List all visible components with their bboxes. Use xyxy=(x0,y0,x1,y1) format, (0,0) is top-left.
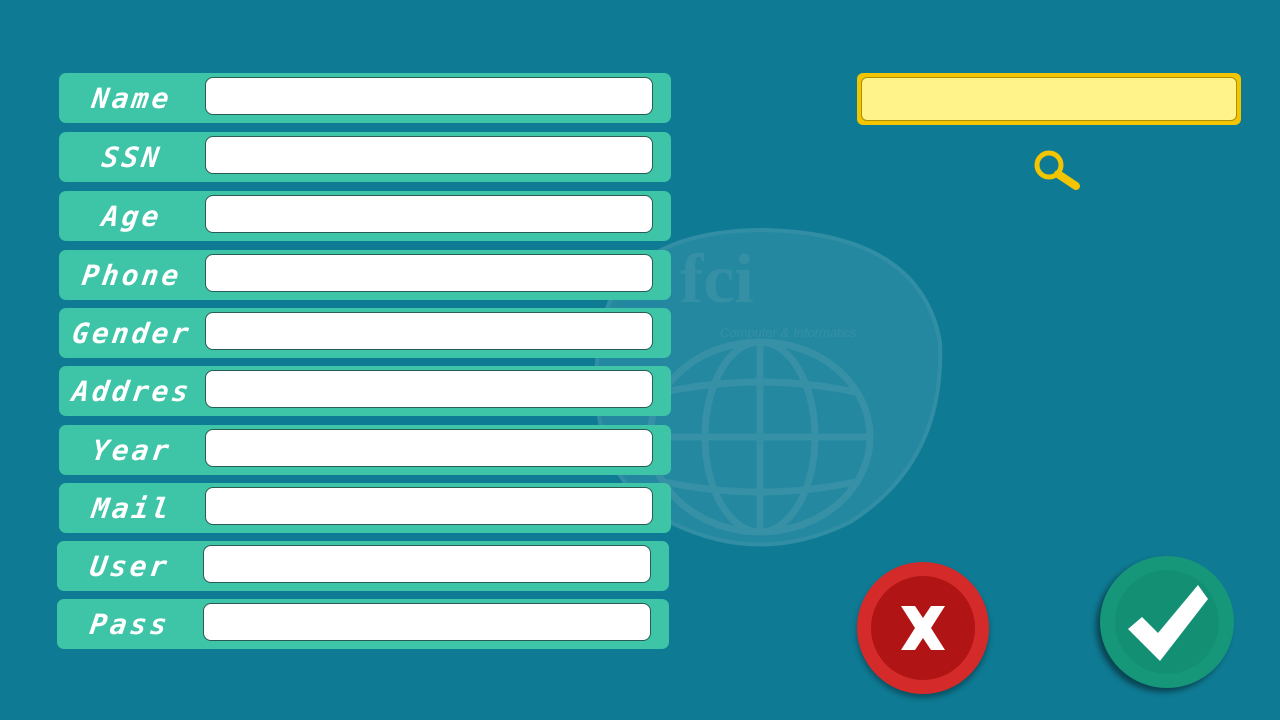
form-row-ssn: SSN xyxy=(59,132,671,182)
check-icon xyxy=(1128,585,1208,661)
ssn-label: SSN xyxy=(99,140,165,174)
form-row-age: Age xyxy=(59,191,671,241)
form-row-mail: Mail xyxy=(59,483,671,533)
address-input[interactable] xyxy=(205,370,653,408)
form-row-user: User xyxy=(57,541,669,591)
search-box xyxy=(857,73,1241,125)
age-label: Age xyxy=(99,199,165,233)
form-row-phone: Phone xyxy=(59,250,671,300)
user-input[interactable] xyxy=(203,545,651,583)
age-input[interactable] xyxy=(205,195,653,233)
form-row-gender: Gender xyxy=(59,308,671,358)
address-label: Addres xyxy=(70,374,194,408)
year-label: Year xyxy=(89,433,175,467)
search-icon[interactable] xyxy=(1032,148,1082,194)
cancel-button-face xyxy=(871,576,975,680)
form-row-pass: Pass xyxy=(57,599,669,649)
form-row-year: Year xyxy=(59,425,671,475)
phone-input[interactable] xyxy=(205,254,653,292)
confirm-button[interactable] xyxy=(1100,556,1234,688)
form-row-address: Addres xyxy=(59,366,671,416)
confirm-button-face xyxy=(1115,570,1219,674)
user-label: User xyxy=(87,549,173,583)
ssn-input[interactable] xyxy=(205,136,653,174)
close-icon xyxy=(901,606,945,650)
mail-label: Mail xyxy=(89,491,175,525)
year-input[interactable] xyxy=(205,429,653,467)
phone-label: Phone xyxy=(80,258,184,292)
form-row-name: Name xyxy=(59,73,671,123)
pass-input[interactable] xyxy=(203,603,651,641)
watermark-text: fci xyxy=(680,241,754,318)
mail-input[interactable] xyxy=(205,487,653,525)
search-input[interactable] xyxy=(861,77,1237,121)
gender-label: Gender xyxy=(70,316,194,350)
name-label: Name xyxy=(89,81,175,115)
pass-label: Pass xyxy=(87,607,173,641)
name-input[interactable] xyxy=(205,77,653,115)
gender-input[interactable] xyxy=(205,312,653,350)
cancel-button[interactable] xyxy=(857,562,989,694)
watermark-subtitle: Computer & Informatics xyxy=(720,325,857,340)
